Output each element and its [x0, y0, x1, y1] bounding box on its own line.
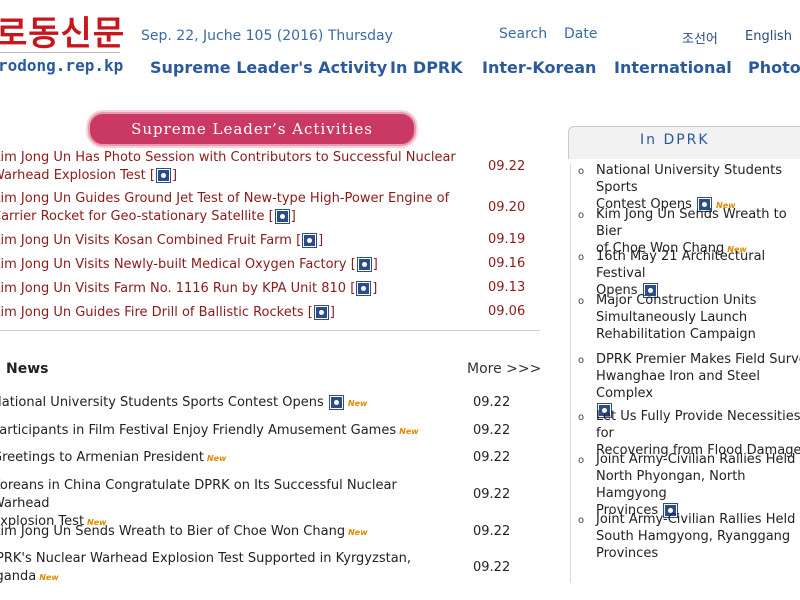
bullet-icon: o: [578, 296, 585, 307]
nav-inter-korean[interactable]: Inter-Korean: [482, 58, 596, 77]
news-date: 09.22: [473, 487, 511, 502]
nav-in-dprk[interactable]: In DPRK: [390, 58, 463, 77]
activity-date: 09.13: [488, 280, 526, 295]
news-date: 09.22: [473, 423, 511, 438]
in-dprk-line[interactable]: DPRK Premier Makes Field Survey: [596, 351, 800, 368]
photo-icon[interactable]: [302, 233, 318, 248]
news-title[interactable]: DPRK's Nuclear Warhead Explosion Test Su…: [0, 550, 446, 568]
activity-title[interactable]: Kim Jong Un Visits Farm No. 1116 Run by …: [0, 281, 346, 296]
activity-date: 09.22: [488, 159, 526, 174]
new-badge: New: [206, 454, 227, 463]
news-item[interactable]: National University Students Sports Cont…: [0, 394, 452, 413]
logo-divider: [0, 52, 120, 53]
in-dprk-line[interactable]: Joint Army-Civilian Rallies Held in: [596, 451, 800, 468]
bullet-icon: o: [578, 515, 585, 526]
activity-item[interactable]: Kim Jong Un Visits Kosan Combined Fruit …: [0, 232, 462, 250]
in-dprk-title[interactable]: In DPRK: [640, 132, 710, 148]
news-date: 09.22: [473, 560, 511, 575]
bullet-icon: o: [578, 355, 585, 366]
lang-english-link[interactable]: English: [745, 29, 792, 44]
activity-item[interactable]: Kim Jong Un Has Photo Session with Contr…: [0, 149, 462, 185]
in-dprk-item[interactable]: Joint Army-Civilian Rallies Held in Sout…: [596, 511, 800, 562]
site-logo-url[interactable]: rodong.rep.kp: [0, 56, 123, 75]
news-date: 09.22: [473, 450, 511, 465]
activity-date: 09.06: [488, 304, 526, 319]
news-item[interactable]: Kim Jong Un Sends Wreath to Bier of Choe…: [0, 523, 452, 542]
news-date: 09.22: [473, 524, 511, 539]
activity-title[interactable]: Kim Jong Un Visits Kosan Combined Fruit …: [0, 233, 292, 248]
activity-title[interactable]: Kim Jong Un Visits Newly-built Medical O…: [0, 257, 347, 272]
in-dprk-line[interactable]: Simultaneously Launch: [596, 309, 800, 326]
search-link[interactable]: Search: [499, 26, 547, 42]
in-dprk-item[interactable]: Joint Army-Civilian Rallies Held in Nort…: [596, 451, 800, 519]
nav-photo[interactable]: Photo: [748, 58, 800, 77]
site-logo-korean[interactable]: 로동신문: [0, 6, 125, 55]
photo-icon[interactable]: [274, 209, 290, 224]
bullet-icon: o: [578, 412, 585, 423]
column-divider: [570, 163, 571, 583]
activity-item[interactable]: Kim Jong Un Guides Fire Drill of Ballist…: [0, 304, 462, 322]
in-dprk-line[interactable]: 16th May 21 Architectural Festival: [596, 248, 800, 282]
in-dprk-line[interactable]: National University Students Sports: [596, 162, 800, 196]
bullet-icon: o: [578, 166, 585, 177]
photo-icon[interactable]: [155, 168, 171, 183]
news-title-cont[interactable]: Uganda: [0, 569, 36, 584]
in-dprk-line[interactable]: Kim Jong Un Sends Wreath to Bier: [596, 206, 800, 240]
new-badge: New: [399, 427, 419, 436]
news-item[interactable]: DPRK's Nuclear Warhead Explosion Test Su…: [0, 550, 446, 587]
bullet-icon: o: [578, 455, 585, 466]
activity-item[interactable]: Kim Jong Un Guides Ground Jet Test of Ne…: [0, 190, 462, 226]
activity-date: 09.16: [488, 256, 526, 271]
activity-item[interactable]: Kim Jong Un Visits Farm No. 1116 Run by …: [0, 280, 462, 298]
news-title[interactable]: Kim Jong Un Sends Wreath to Bier of Choe…: [0, 524, 345, 539]
current-date: Sep. 22, Juche 105 (2016) Thursday: [141, 28, 393, 44]
new-badge: New: [347, 399, 368, 408]
in-dprk-line[interactable]: South Hamgyong, Ryanggang: [596, 528, 800, 545]
photo-icon[interactable]: [313, 305, 329, 320]
date-link[interactable]: Date: [564, 26, 597, 42]
in-dprk-line[interactable]: Hwanghae Iron and Steel Complex: [596, 368, 800, 402]
in-dprk-item[interactable]: Major Construction Units Simultaneously …: [596, 292, 800, 343]
activity-item[interactable]: Kim Jong Un Visits Newly-built Medical O…: [0, 256, 462, 274]
nav-international[interactable]: International: [614, 58, 732, 77]
activities-section-title[interactable]: Supreme Leader’s Activities: [88, 112, 416, 146]
news-more-link[interactable]: More >>>: [467, 361, 541, 377]
activity-title[interactable]: Kim Jong Un Guides Fire Drill of Ballist…: [0, 305, 304, 320]
in-dprk-line[interactable]: Joint Army-Civilian Rallies Held in: [596, 511, 800, 528]
new-badge: New: [39, 573, 59, 582]
bullet-icon: o: [578, 252, 585, 263]
in-dprk-line[interactable]: North Phyongan, North Hamgyong: [596, 468, 800, 502]
activity-title-cont[interactable]: Carrier Rocket for Geo-stationary Satell…: [0, 209, 265, 224]
news-item[interactable]: Participants in Film Festival Enjoy Frie…: [0, 422, 452, 441]
section-divider: [0, 330, 540, 331]
lang-korean-link[interactable]: 조선어: [682, 28, 718, 47]
news-title[interactable]: National University Students Sports Cont…: [0, 395, 324, 410]
activity-date: 09.19: [488, 232, 526, 247]
bullet-icon: o: [578, 210, 585, 221]
news-title[interactable]: Koreans in China Congratulate DPRK on It…: [0, 477, 452, 513]
photo-icon: [328, 395, 344, 410]
photo-icon[interactable]: [356, 281, 372, 296]
in-dprk-line[interactable]: Rehabilitation Campaign: [596, 326, 800, 343]
activity-title-cont[interactable]: Warhead Explosion Test: [0, 168, 146, 183]
news-title[interactable]: Greetings to Armenian President: [0, 450, 204, 465]
in-dprk-line[interactable]: Provinces: [596, 545, 800, 562]
in-dprk-line[interactable]: Let Us Fully Provide Necessities for: [596, 408, 800, 442]
news-section-title: News: [6, 361, 49, 377]
news-date: 09.22: [473, 395, 511, 410]
activity-title[interactable]: Kim Jong Un Guides Ground Jet Test of Ne…: [0, 190, 462, 208]
in-dprk-line[interactable]: Major Construction Units: [596, 292, 800, 309]
news-item[interactable]: Greetings to Armenian President New: [0, 449, 452, 468]
activity-title[interactable]: Kim Jong Un Has Photo Session with Contr…: [0, 149, 462, 167]
activity-date: 09.20: [488, 200, 526, 215]
new-badge: New: [348, 528, 368, 537]
nav-supreme-leader[interactable]: Supreme Leader's Activity: [150, 58, 387, 77]
photo-icon[interactable]: [356, 257, 372, 272]
news-title[interactable]: Participants in Film Festival Enjoy Frie…: [0, 423, 396, 438]
